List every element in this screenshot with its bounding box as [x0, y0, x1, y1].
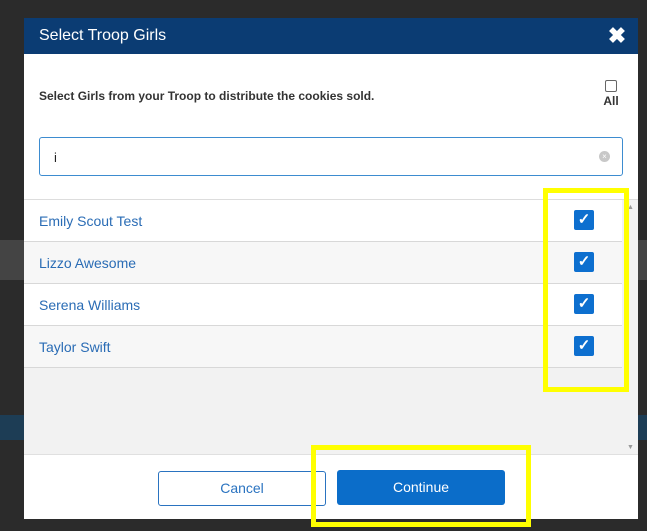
- girl-name[interactable]: Lizzo Awesome: [39, 255, 136, 271]
- list-item[interactable]: Emily Scout Test ✓: [24, 200, 622, 242]
- search-field[interactable]: ×: [39, 137, 623, 176]
- select-all-label: All: [603, 94, 619, 108]
- girl-name[interactable]: Emily Scout Test: [39, 213, 142, 229]
- list-item[interactable]: Lizzo Awesome ✓: [24, 242, 622, 284]
- modal-title: Select Troop Girls: [39, 27, 167, 44]
- girl-name[interactable]: Taylor Swift: [39, 339, 111, 355]
- cancel-button[interactable]: Cancel: [158, 471, 326, 506]
- list-item[interactable]: Taylor Swift ✓: [24, 326, 622, 368]
- girl-name[interactable]: Serena Williams: [39, 297, 140, 313]
- close-icon[interactable]: ✖: [607, 25, 627, 47]
- scroll-down-icon[interactable]: ▼: [627, 444, 634, 451]
- list-item[interactable]: Serena Williams ✓: [24, 284, 622, 326]
- checkbox-highlight-box: [543, 188, 629, 392]
- instructions-text: Select Girls from your Troop to distribu…: [39, 89, 375, 103]
- modal-header: Select Troop Girls ✖: [24, 18, 638, 54]
- select-all-checkbox[interactable]: [605, 80, 617, 92]
- search-input[interactable]: [52, 146, 586, 168]
- select-all-control[interactable]: All: [598, 80, 624, 108]
- clear-search-icon[interactable]: ×: [599, 151, 610, 162]
- continue-highlight-box: [311, 445, 531, 527]
